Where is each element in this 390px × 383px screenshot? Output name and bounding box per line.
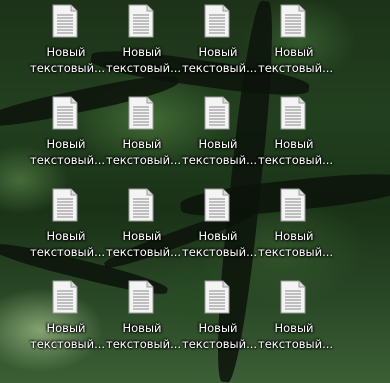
icon-label: Новый текстовый... [106,137,182,167]
icon-label: Новый текстовый... [30,321,106,351]
icon-label: Новый текстовый... [182,137,258,167]
text-document-icon [280,4,306,38]
desktop-icon-new-text-document[interactable]: Новый текстовый... [30,3,106,81]
icon-label: Новый текстовый... [258,45,334,75]
desktop-icon-new-text-document[interactable]: Новый текстовый... [258,3,334,81]
icon-label: Новый текстовый... [30,45,106,75]
desktop-icon-new-text-document[interactable]: Новый текстовый... [182,95,258,173]
icon-label: Новый текстовый... [182,45,258,75]
icon-label: Новый текстовый... [30,229,106,259]
text-document-icon [52,96,78,130]
desktop-icon-new-text-document[interactable]: Новый текстовый... [182,3,258,81]
desktop-icon-new-text-document[interactable]: Новый текстовый... [182,187,258,265]
desktop-icon-new-text-document[interactable]: Новый текстовый... [258,279,334,357]
text-document-icon [52,4,78,38]
text-document-icon [280,280,306,314]
desktop-icon-new-text-document[interactable]: Новый текстовый... [106,95,182,173]
icon-label: Новый текстовый... [106,45,182,75]
text-document-icon [52,188,78,222]
icon-label: Новый текстовый... [30,137,106,167]
text-document-icon [128,4,154,38]
desktop-icon-new-text-document[interactable]: Новый текстовый... [30,95,106,173]
text-document-icon [204,4,230,38]
desktop-icon-new-text-document[interactable]: Новый текстовый... [30,279,106,357]
icon-label: Новый текстовый... [106,229,182,259]
desktop-icon-new-text-document[interactable]: Новый текстовый... [182,279,258,357]
text-document-icon [52,280,78,314]
icon-label: Новый текстовый... [182,229,258,259]
icon-label: Новый текстовый... [182,321,258,351]
desktop-icon-new-text-document[interactable]: Новый текстовый... [30,187,106,265]
text-document-icon [204,280,230,314]
desktop-icon-new-text-document[interactable]: Новый текстовый... [106,187,182,265]
desktop-icon-new-text-document[interactable]: Новый текстовый... [106,279,182,357]
text-document-icon [204,96,230,130]
text-document-icon [204,188,230,222]
desktop-icon-new-text-document[interactable]: Новый текстовый... [106,3,182,81]
icon-label: Новый текстовый... [258,137,334,167]
text-document-icon [280,96,306,130]
text-document-icon [128,280,154,314]
text-document-icon [128,96,154,130]
icon-label: Новый текстовый... [106,321,182,351]
desktop-background: Новый текстовый... Новый текстовый... Но… [0,0,390,383]
desktop-icon-new-text-document[interactable]: Новый текстовый... [258,95,334,173]
desktop-icon-new-text-document[interactable]: Новый текстовый... [258,187,334,265]
text-document-icon [128,188,154,222]
icon-label: Новый текстовый... [258,229,334,259]
text-document-icon [280,188,306,222]
icon-label: Новый текстовый... [258,321,334,351]
